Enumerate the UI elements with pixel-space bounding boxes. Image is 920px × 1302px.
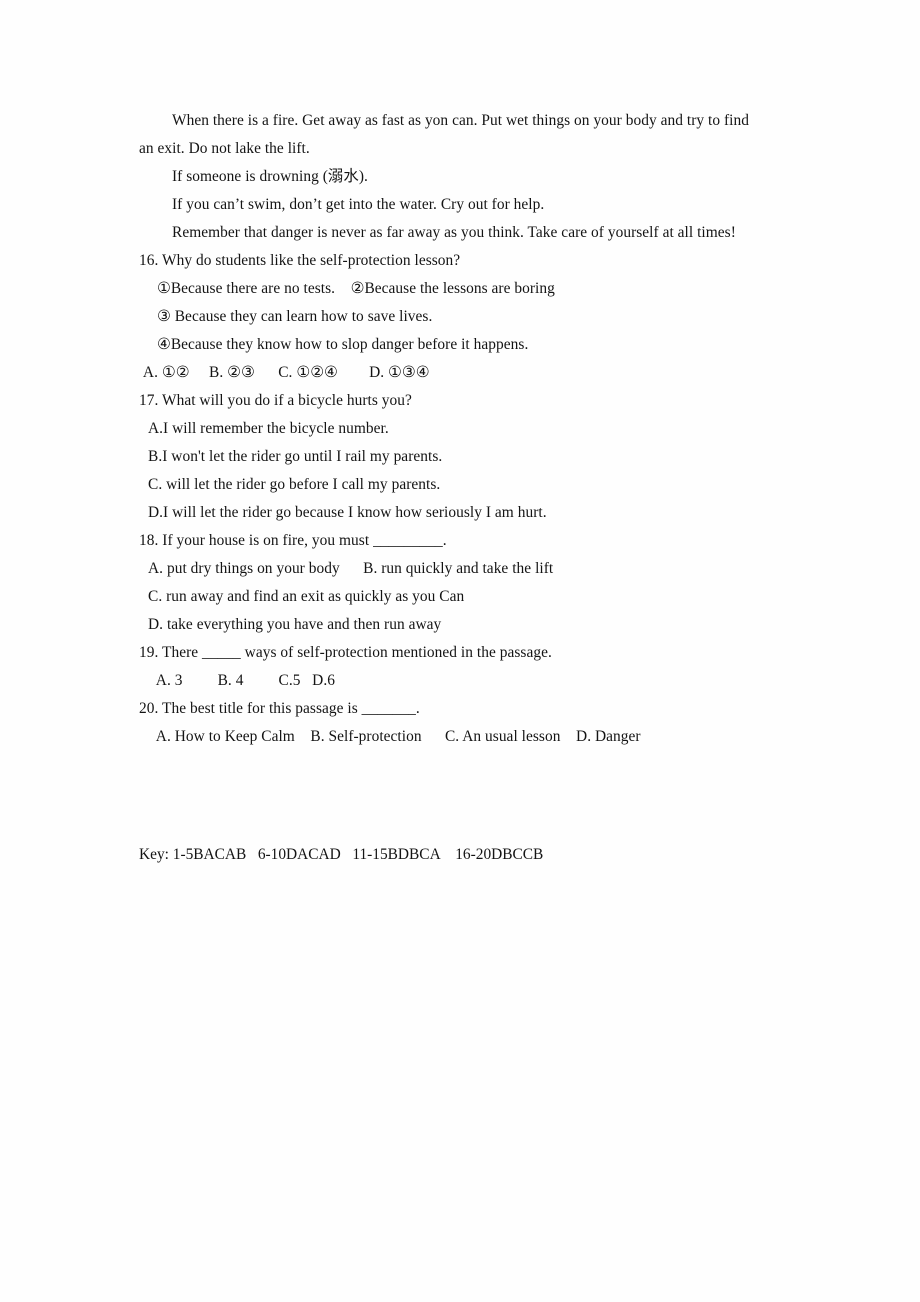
question-18-option-ab[interactable]: A. put dry things on your body B. run qu… (139, 555, 785, 583)
question-16-stem: 16. Why do students like the self-protec… (139, 252, 461, 269)
question-16-subchoice-4[interactable]: ④Because they know how to slop danger be… (139, 331, 785, 359)
answer-key: Key: 1-5BACAB 6-10DACAD 11-15BDBCA 16-20… (139, 846, 544, 863)
passage-line-remember: Remember that danger is never as far awa… (172, 224, 736, 241)
question-16-subchoice-1[interactable]: ①Because there are no tests. ②Because th… (139, 275, 785, 303)
question-18-stem: 18. If your house is on fire, you must _… (139, 532, 447, 549)
question-20-options[interactable]: A. How to Keep Calm B. Self-protection C… (139, 723, 785, 751)
question-17-stem: 17. What will you do if a bicycle hurts … (139, 392, 412, 409)
question-16-options[interactable]: A. ①② B. ②③ C. ①②④ D. ①③④ (139, 359, 785, 387)
question-17-option-c[interactable]: C. will let the rider go before I call m… (139, 471, 785, 499)
question-19-stem: 19. There _____ ways of self-protection … (139, 644, 552, 661)
passage-line-drowning: If someone is drowning (溺水). (172, 168, 368, 185)
question-20-stem: 20. The best title for this passage is _… (139, 700, 420, 717)
question-17-option-d[interactable]: D.I will let the rider go because I know… (139, 499, 785, 527)
question-19-options[interactable]: A. 3 B. 4 C.5 D.6 (139, 667, 785, 695)
passage-line-fire-2: an exit. Do not lake the lift. (139, 140, 310, 157)
question-18-option-d[interactable]: D. take everything you have and then run… (139, 611, 785, 639)
question-17-option-b[interactable]: B.I won't let the rider go until I rail … (139, 443, 785, 471)
question-16-subchoice-3[interactable]: ③ Because they can learn how to save liv… (139, 303, 785, 331)
document-page: When there is a fire. Get away as fast a… (0, 0, 920, 1302)
question-17-option-a[interactable]: A.I will remember the bicycle number. (139, 415, 785, 443)
passage-line-fire-1: When there is a fire. Get away as fast a… (172, 112, 750, 129)
passage-line-swim: If you can’t swim, don’t get into the wa… (172, 196, 545, 213)
question-18-option-c[interactable]: C. run away and find an exit as quickly … (139, 583, 785, 611)
document-body: When there is a fire. Get away as fast a… (139, 107, 785, 751)
